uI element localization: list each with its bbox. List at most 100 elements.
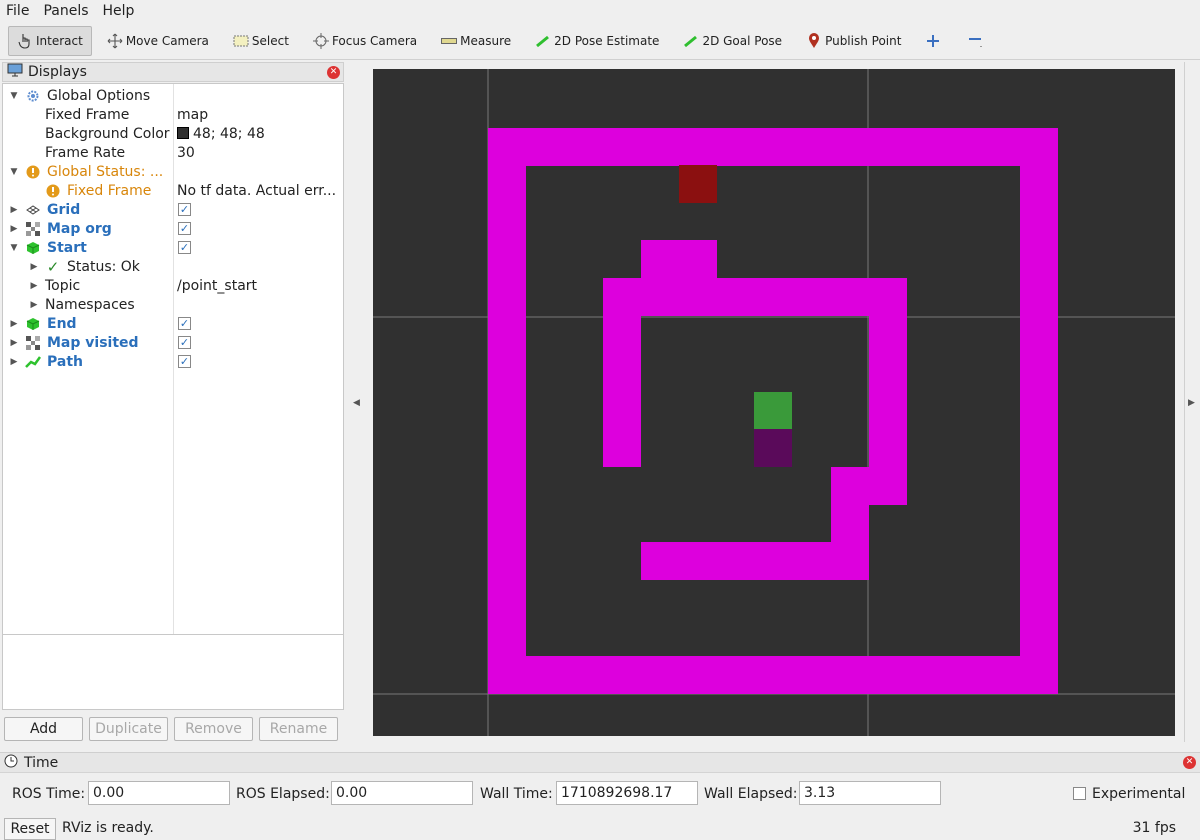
publish-point-tool[interactable]: Publish Point	[797, 26, 910, 56]
collapse-arrow-icon[interactable]: ▶	[9, 319, 19, 329]
visited-cell	[679, 165, 717, 203]
expand-arrow-icon[interactable]: ▼	[9, 243, 19, 253]
remove-button[interactable]: Remove	[174, 717, 253, 741]
ros-elapsed-field[interactable]: 0.00	[331, 781, 473, 805]
menu-bar: File Panels Help	[0, 0, 1200, 22]
tree-row-global-status[interactable]: ▼ Global Status: ...	[3, 162, 343, 181]
displays-panel: Displays ✕ ▼ Global Options Fixed Frame …	[2, 62, 344, 746]
tree-row-map-org[interactable]: ▶ Map org ✓	[3, 219, 343, 238]
collapse-arrow-icon[interactable]: ▶	[9, 338, 19, 348]
displays-header: Displays ✕	[2, 62, 344, 82]
fixed-frame-value[interactable]: map	[177, 107, 208, 123]
interact-tool[interactable]: Interact	[8, 25, 92, 56]
tree-row-frame-rate[interactable]: Frame Rate 30	[3, 143, 343, 162]
remove-tool-button[interactable]	[959, 26, 996, 56]
collapse-arrow-icon[interactable]: ▶	[9, 224, 19, 234]
fps-counter: 31 fps	[1132, 820, 1176, 836]
tree-row-grid[interactable]: ▶ Grid ✓	[3, 200, 343, 219]
map-visited-checkbox[interactable]: ✓	[178, 336, 191, 349]
gear-icon	[25, 88, 41, 104]
collapse-arrow-icon[interactable]: ▶	[9, 205, 19, 215]
background-color-value[interactable]: 48; 48; 48	[177, 126, 265, 142]
display-buttons: Add Duplicate Remove Rename	[4, 717, 344, 741]
status-message: RViz is ready.	[62, 820, 154, 836]
expand-arrow-icon[interactable]: ▼	[9, 91, 19, 101]
select-box-icon	[233, 33, 249, 49]
green-cube-icon	[25, 316, 41, 332]
hand-pointer-icon	[17, 33, 33, 49]
tree-row-map-visited[interactable]: ▶ Map visited ✓	[3, 333, 343, 352]
end-checkbox[interactable]: ✓	[178, 317, 191, 330]
map-icon	[25, 335, 41, 351]
collapse-arrow-icon[interactable]: ▶	[29, 281, 39, 291]
tree-row-start[interactable]: ▼ Start ✓	[3, 238, 343, 257]
2d-pose-estimate-tool[interactable]: 2D Pose Estimate	[526, 26, 668, 56]
tree-row-path[interactable]: ▶ Path ✓	[3, 352, 343, 371]
collapse-right-icon[interactable]: ▶	[1188, 398, 1195, 408]
menu-panels[interactable]: Panels	[43, 3, 88, 19]
menu-help[interactable]: Help	[103, 3, 135, 19]
collapse-arrow-icon[interactable]: ▶	[29, 300, 39, 310]
path-icon	[25, 354, 41, 370]
measure-tool[interactable]: Measure	[432, 26, 520, 56]
plus-icon	[925, 33, 941, 49]
select-tool[interactable]: Select	[224, 26, 298, 56]
reset-button[interactable]: Reset	[4, 818, 56, 840]
grid-checkbox[interactable]: ✓	[178, 203, 191, 216]
minus-icon	[968, 33, 984, 49]
tree-row-end[interactable]: ▶ End ✓	[3, 314, 343, 333]
tree-row-background-color[interactable]: Background Color 48; 48; 48	[3, 124, 343, 143]
menu-file[interactable]: File	[6, 3, 29, 19]
focus-camera-tool[interactable]: Focus Camera	[304, 26, 426, 56]
clock-icon	[4, 754, 18, 772]
map-org-checkbox[interactable]: ✓	[178, 222, 191, 235]
crosshair-icon	[312, 32, 329, 49]
topic-value[interactable]: /point_start	[177, 278, 257, 294]
map-pin-icon	[806, 32, 822, 49]
checkmark-icon: ✓	[46, 257, 60, 276]
fixed-frame-status-value: No tf data. Actual err...	[177, 182, 337, 199]
green-arrow-icon	[535, 33, 551, 49]
green-cube-icon	[25, 240, 41, 256]
ruler-icon	[441, 33, 458, 49]
time-header: Time ✕	[0, 753, 1200, 773]
render-viewport[interactable]	[373, 69, 1175, 736]
rename-button[interactable]: Rename	[259, 717, 338, 741]
displays-title: Displays	[28, 64, 87, 80]
add-button[interactable]: Add	[4, 717, 83, 741]
ros-time-field[interactable]: 0.00	[88, 781, 230, 805]
warning-icon	[45, 183, 61, 199]
close-icon[interactable]: ✕	[1183, 756, 1196, 769]
tree-row-fixed-frame-status[interactable]: Fixed Frame No tf data. Actual err...	[3, 181, 343, 200]
start-checkbox[interactable]: ✓	[178, 241, 191, 254]
start-marker	[754, 392, 792, 429]
close-icon[interactable]: ✕	[327, 65, 340, 79]
collapse-left-icon[interactable]: ◀	[353, 398, 360, 408]
map-scene	[373, 69, 1175, 736]
description-box	[2, 634, 344, 710]
tree-row-topic[interactable]: ▶ Topic /point_start	[3, 276, 343, 295]
monitor-icon	[7, 63, 23, 81]
move-camera-tool[interactable]: Move Camera	[98, 26, 218, 56]
tree-row-global-options[interactable]: ▼ Global Options	[3, 86, 343, 105]
expand-arrow-icon[interactable]: ▼	[9, 167, 19, 177]
wall-elapsed-field[interactable]: 3.13	[799, 781, 941, 805]
color-swatch	[177, 126, 189, 139]
path-checkbox[interactable]: ✓	[178, 355, 191, 368]
collapse-arrow-icon[interactable]: ▶	[29, 262, 39, 272]
display-tree[interactable]: ▼ Global Options Fixed Frame map Backgro…	[2, 83, 344, 691]
tree-row-namespaces[interactable]: ▶ Namespaces	[3, 295, 343, 314]
right-dock-bar[interactable]: ▶	[1184, 62, 1198, 742]
tree-row-fixed-frame[interactable]: Fixed Frame map	[3, 105, 343, 124]
frame-rate-value[interactable]: 30	[177, 145, 195, 161]
tree-row-start-status[interactable]: ▶ ✓ Status: Ok	[3, 257, 343, 276]
duplicate-button[interactable]: Duplicate	[89, 717, 168, 741]
experimental-checkbox[interactable]	[1073, 787, 1086, 800]
wall-time-field[interactable]: 1710892698.17	[556, 781, 698, 805]
green-arrow-icon	[683, 33, 699, 49]
end-marker	[754, 429, 792, 467]
add-tool-button[interactable]	[916, 26, 953, 56]
time-fields: ROS Time: 0.00 ROS Elapsed: 0.00 Wall Ti…	[0, 781, 1200, 807]
collapse-arrow-icon[interactable]: ▶	[9, 357, 19, 367]
2d-goal-pose-tool[interactable]: 2D Goal Pose	[674, 26, 791, 56]
